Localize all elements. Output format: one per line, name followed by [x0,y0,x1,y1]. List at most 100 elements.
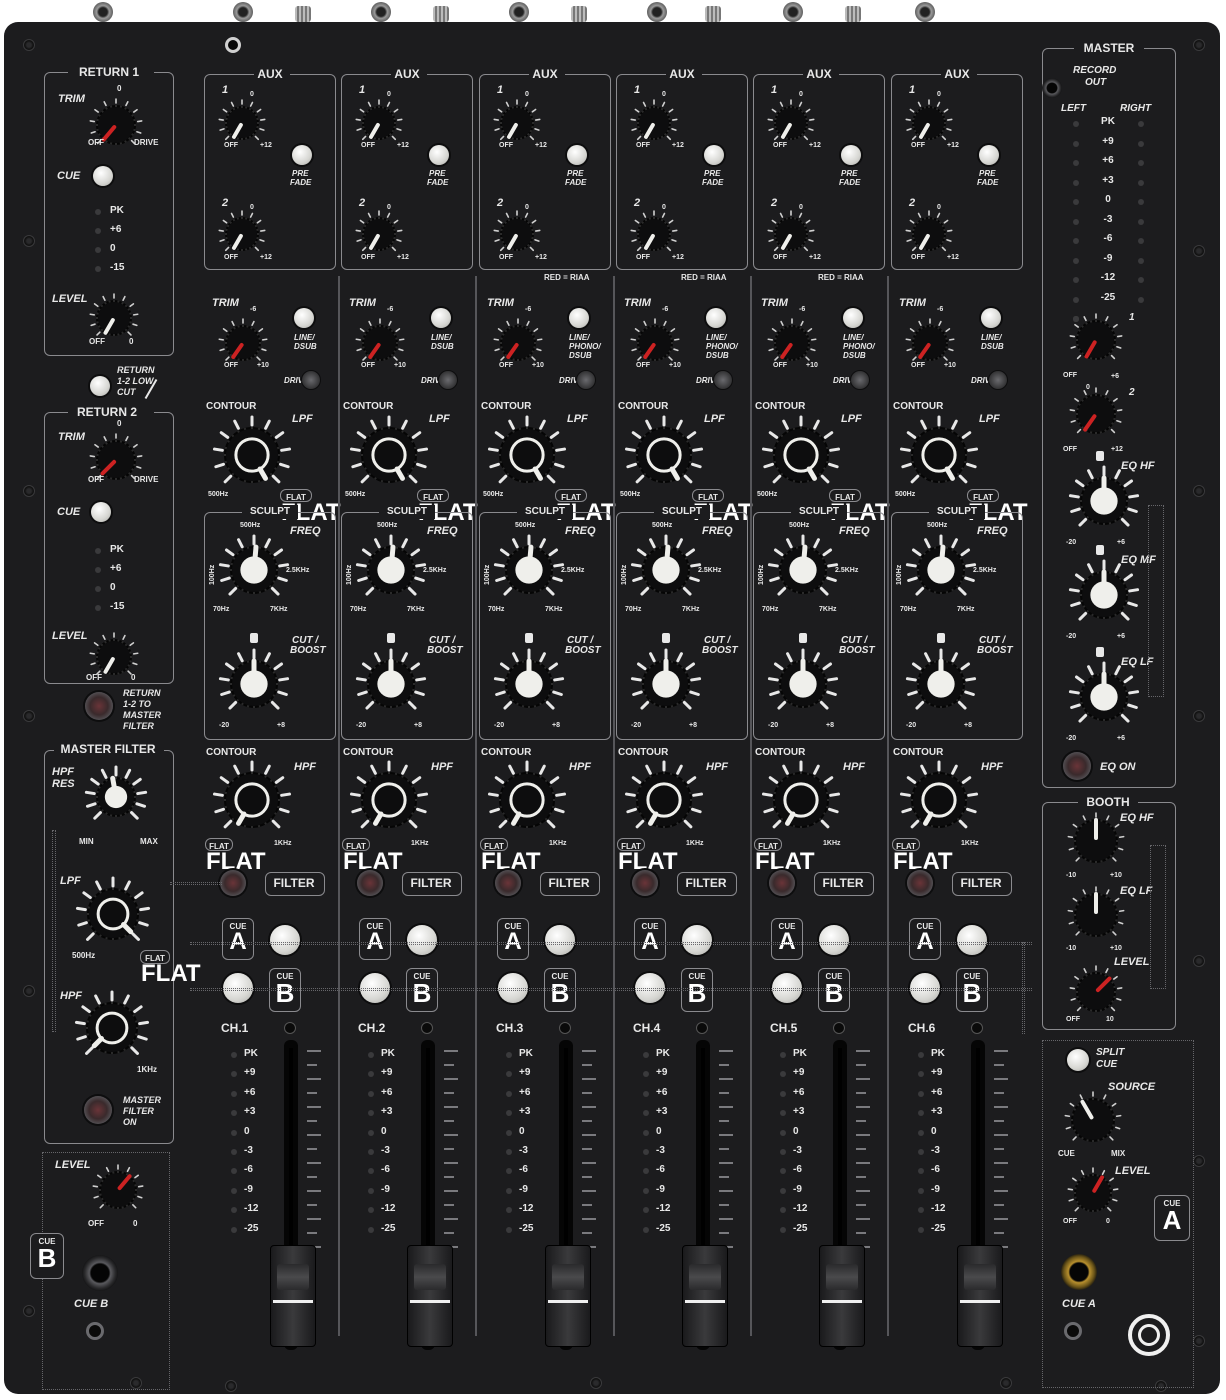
ch5-cutboost-knob[interactable] [765,646,841,722]
master-filter-flat-tag-lpf[interactable]: FLAT FLAT [140,950,201,986]
ch5-cue-a-badge[interactable]: CUE A [771,918,803,960]
master-filter-res-knob[interactable] [82,763,150,831]
ch2-cue-a-badge[interactable]: CUE A [359,918,391,960]
ch4-prefade-button[interactable] [704,145,724,165]
booth-eq-lf-knob[interactable] [1060,879,1132,951]
return-low-cut-button[interactable] [90,376,110,396]
ch6-drive-led-button[interactable] [988,370,1008,390]
ch2-lpf-knob[interactable] [347,413,431,497]
cue-a-level-knob[interactable] [1060,1160,1126,1226]
ch2-cue-a-button[interactable] [407,925,437,955]
ch1-drive-led-button[interactable] [301,370,321,390]
ch3-cue-a-badge[interactable]: CUE A [497,918,529,960]
return2-cue-button[interactable] [91,502,111,522]
ch1-cue-a-button[interactable] [270,925,300,955]
ch4-hpf-flat-tag[interactable]: FLAT FLAT [617,838,678,874]
ch2-lpf-flat-tag[interactable]: FLAT FLAT [417,489,478,525]
ch6-source-button[interactable] [981,308,1001,328]
record-out-jack[interactable] [1042,78,1062,98]
cue-source-knob[interactable] [1057,1084,1129,1156]
ch3-fader-cap[interactable] [545,1245,591,1347]
ch5-lpf-knob[interactable] [759,413,843,497]
ch6-cue-a-button[interactable] [957,925,987,955]
ch3-source-button[interactable] [569,308,589,328]
ch6-hpf-flat-tag[interactable]: FLAT FLAT [892,838,953,874]
cue-b-badge[interactable]: CUE B [30,1233,64,1279]
ch1-hpf-knob[interactable] [210,758,294,842]
ch6-filter-button[interactable] [907,870,933,896]
ch2-fader-cap[interactable] [407,1245,453,1347]
master-knob-2[interactable] [1062,380,1130,448]
ch5-hpf-knob[interactable] [759,758,843,842]
ch5-cue-a-button[interactable] [819,925,849,955]
ch4-lpf-flat-tag[interactable]: FLAT FLAT [692,489,753,525]
ch2-hpf-knob[interactable] [347,758,431,842]
ch4-freq-knob[interactable] [628,532,704,608]
ch5-freq-knob[interactable] [765,532,841,608]
master-filter-lpf-knob[interactable] [73,874,153,954]
ch6-hpf-knob[interactable] [897,758,981,842]
ch5-hpf-flat-tag[interactable]: FLAT FLAT [754,838,815,874]
ch4-cue-a-badge[interactable]: CUE A [634,918,666,960]
ch2-hpf-flat-tag[interactable]: FLAT FLAT [342,838,403,874]
ch6-fader-cap[interactable] [957,1245,1003,1347]
ch3-freq-knob[interactable] [491,532,567,608]
ch5-fader-cap[interactable] [819,1245,865,1347]
ch2-prefade-button[interactable] [429,145,449,165]
return1-trim-knob[interactable] [82,91,150,159]
ch3-cutboost-knob[interactable] [491,646,567,722]
ch3-lpf-knob[interactable] [485,413,569,497]
ch2-filter-button[interactable] [357,870,383,896]
ch1-cutboost-knob[interactable] [216,646,292,722]
ch2-source-button[interactable] [431,308,451,328]
ch3-cue-a-button[interactable] [545,925,575,955]
cue-a-badge[interactable]: CUE A [1154,1195,1190,1241]
master-filter-hpf-knob[interactable] [72,988,152,1068]
ch4-drive-led-button[interactable] [713,370,733,390]
ch1-prefade-button[interactable] [292,145,312,165]
ch1-cue-a-badge[interactable]: CUE A [222,918,254,960]
ch5-source-button[interactable] [843,308,863,328]
return1-cue-button[interactable] [93,166,113,186]
ch4-cutboost-knob[interactable] [628,646,704,722]
ch5-prefade-button[interactable] [841,145,861,165]
ch1-freq-knob[interactable] [216,532,292,608]
ch1-lpf-knob[interactable] [210,413,294,497]
ch3-lpf-flat-tag[interactable]: FLAT FLAT [555,489,616,525]
ch6-freq-knob[interactable] [903,532,979,608]
ch4-source-button[interactable] [706,308,726,328]
ch4-filter-button[interactable] [632,870,658,896]
booth-eq-hf-knob[interactable] [1060,805,1132,877]
ch3-prefade-button[interactable] [567,145,587,165]
ch6-cue-a-badge[interactable]: CUE A [909,918,941,960]
ch1-fader-cap[interactable] [270,1245,316,1347]
master-eq-hf-knob[interactable] [1066,463,1142,539]
ch6-lpf-knob[interactable] [897,413,981,497]
split-cue-button[interactable] [1067,1049,1089,1071]
return-to-master-filter-button[interactable] [85,692,113,720]
ch4-hpf-knob[interactable] [622,758,706,842]
ch2-drive-led-button[interactable] [438,370,458,390]
ch5-drive-led-button[interactable] [850,370,870,390]
ch6-lpf-flat-tag[interactable]: FLAT FLAT [967,489,1028,525]
ch1-hpf-flat-tag[interactable]: FLAT FLAT [205,838,266,874]
ch6-prefade-button[interactable] [979,145,999,165]
ch2-freq-knob[interactable] [353,532,429,608]
ch4-lpf-knob[interactable] [622,413,706,497]
ch5-lpf-flat-tag[interactable]: FLAT FLAT [829,489,890,525]
master-eq-mf-knob[interactable] [1066,557,1142,633]
ch1-source-button[interactable] [294,308,314,328]
ch5-filter-button[interactable] [769,870,795,896]
master-eq-lf-knob[interactable] [1066,659,1142,735]
ch2-cutboost-knob[interactable] [353,646,429,722]
ch1-lpf-flat-tag[interactable]: FLAT FLAT [280,489,341,525]
cue-b-mini-jack[interactable] [86,1322,104,1340]
ch4-fader-cap[interactable] [682,1245,728,1347]
ch3-filter-button[interactable] [495,870,521,896]
ch4-cue-a-button[interactable] [682,925,712,955]
master-knob-1[interactable] [1062,306,1130,374]
cue-a-mini-jack[interactable] [1064,1322,1082,1340]
cue-a-jack[interactable] [1061,1254,1097,1290]
master-filter-on-button[interactable] [84,1096,112,1124]
master-eq-on-button[interactable] [1063,752,1091,780]
